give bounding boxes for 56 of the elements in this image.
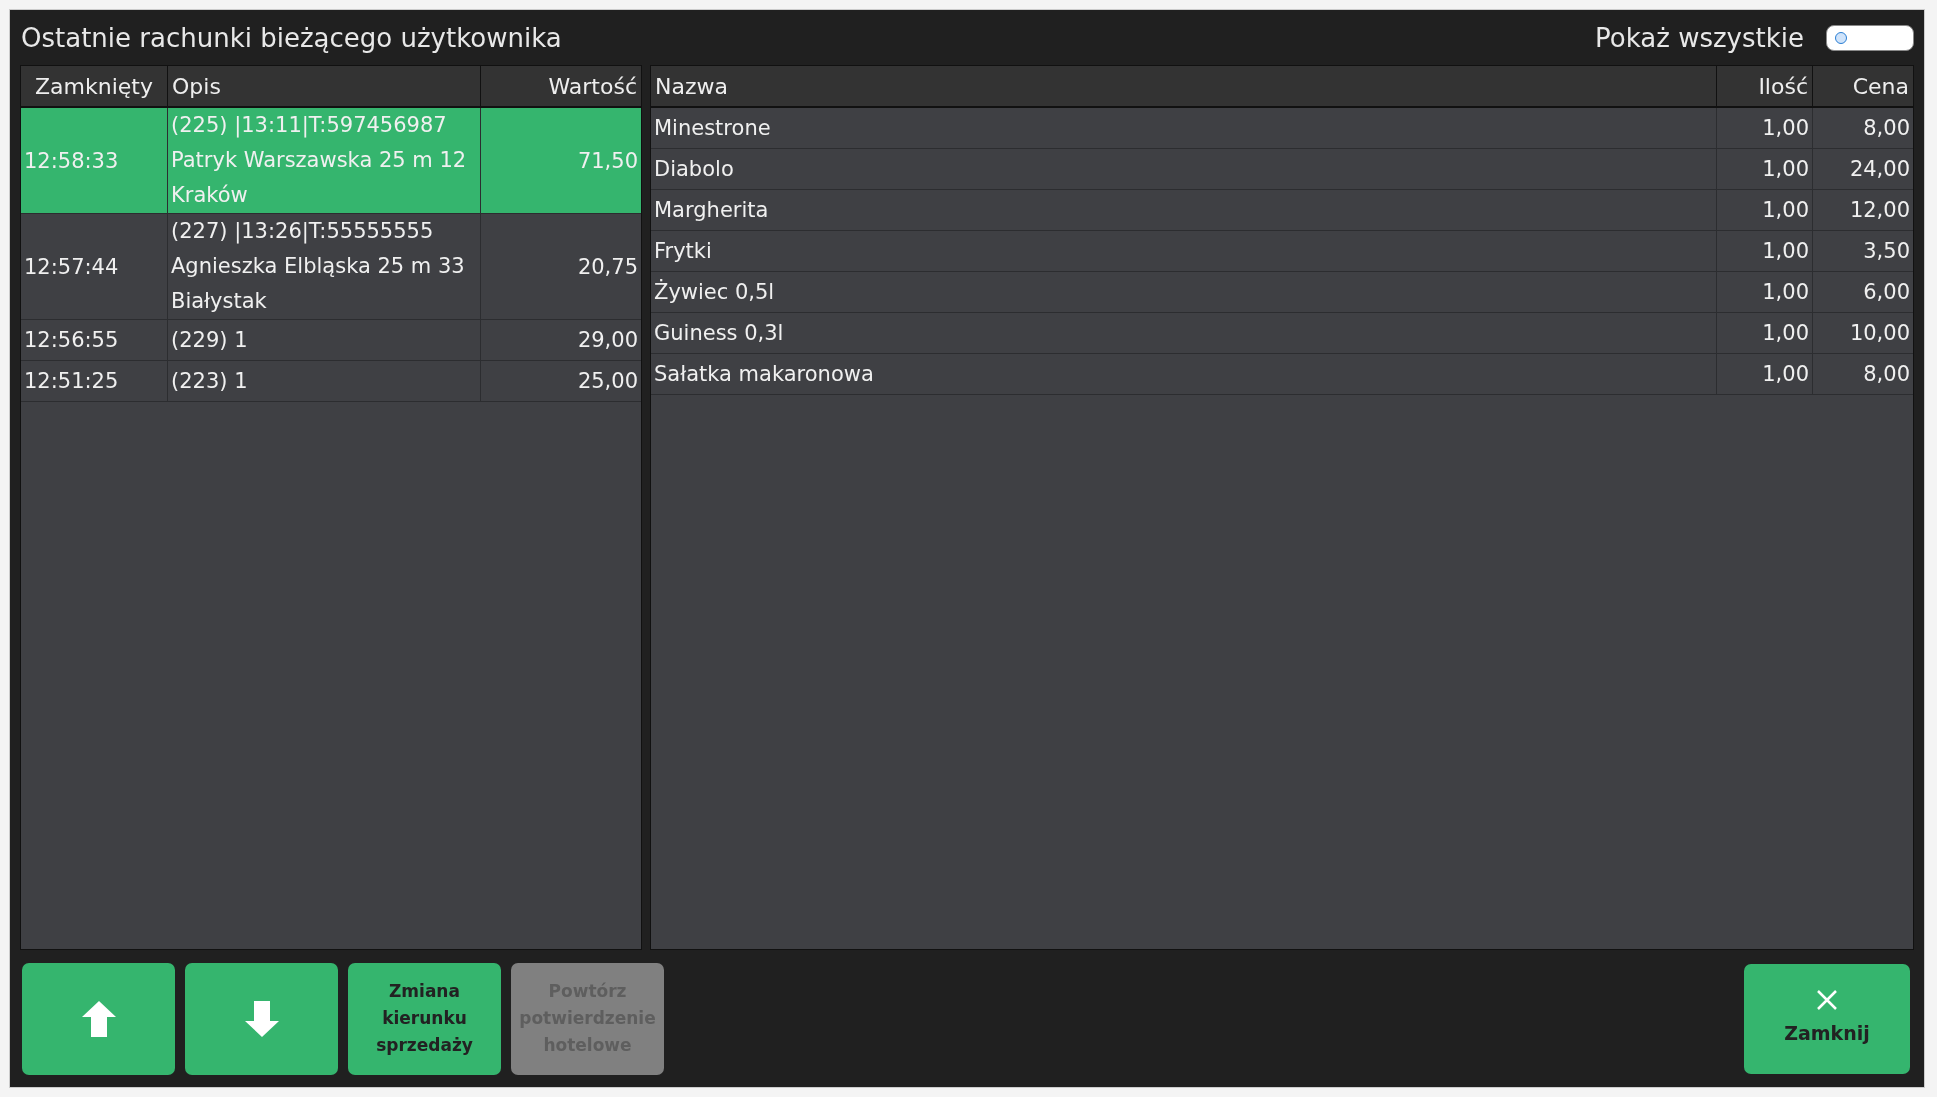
table-cell: 6,00 <box>1863 280 1910 304</box>
table-cell-text: (229) 1 <box>171 326 248 354</box>
table-cell: 20,75 <box>577 254 638 279</box>
column-header[interactable]: Opis <box>168 66 481 106</box>
toggle-label: Pokaż wszystkie <box>1595 22 1804 53</box>
column-header[interactable]: Zamknięty <box>21 66 168 106</box>
table-cell: 12:58:33 <box>24 148 119 173</box>
close-icon <box>1817 990 1837 1010</box>
column-header[interactable]: Cena <box>1813 66 1913 106</box>
bill-row[interactable]: 12:57:44 (227) |13:26|T:55555555 Agnieszka Elbląska 25 m 33 Białystak 20,75 <box>21 214 641 320</box>
table-cell-text: (227) |13:26|T:55555555 <box>171 218 434 246</box>
table-cell: 1,00 <box>1762 157 1809 181</box>
up-arrow-icon <box>81 1000 116 1037</box>
table-cell: 1,00 <box>1762 239 1809 263</box>
table-cell: 12:57:44 <box>24 254 119 279</box>
table-cell: Guiness 0,3l <box>654 321 784 345</box>
table-cell: Frytki <box>654 239 712 263</box>
bill-row[interactable]: 12:56:55 (229) 1 29,00 <box>21 320 641 361</box>
table-cell-text: Białystak <box>171 288 267 315</box>
table-cell: 24,00 <box>1849 157 1910 181</box>
table-cell: Sałatka makaronowa <box>654 362 874 386</box>
table-cell: 1,00 <box>1762 321 1809 345</box>
table-cell-text: Agnieszka Elbląska 25 m 33 <box>171 253 465 280</box>
action-button[interactable]: Zmiana kierunku sprzedaży <box>348 962 501 1075</box>
table-cell: Margherita <box>654 198 769 222</box>
table-cell: 10,00 <box>1849 321 1910 345</box>
show-all-toggle[interactable] <box>1826 24 1914 51</box>
table-cell: 29,00 <box>577 328 638 352</box>
table-cell: 1,00 <box>1762 116 1809 140</box>
table-cell: 1,00 <box>1762 280 1809 304</box>
table-cell: 1,00 <box>1762 362 1809 386</box>
table-cell: 12,00 <box>1849 198 1910 222</box>
table-cell: 1,00 <box>1762 198 1809 222</box>
table-cell-text: (225) |13:11|T:597456987 <box>171 112 447 140</box>
bill-row[interactable]: 12:51:25 (223) 1 25,00 <box>21 361 641 402</box>
table-cell: 3,50 <box>1863 239 1910 263</box>
column-header[interactable]: Ilość <box>1717 66 1813 106</box>
window-title: Ostatnie rachunki bieżącego użytkownika <box>20 22 562 53</box>
table-cell-text: (223) 1 <box>171 367 248 395</box>
table-cell: 25,00 <box>577 369 638 393</box>
close-button[interactable]: Zamknij <box>1744 963 1910 1074</box>
table-cell: Żywiec 0,5l <box>654 280 775 304</box>
move-up-button[interactable] <box>22 962 175 1075</box>
table-cell: 71,50 <box>577 148 638 173</box>
table-cell: 12:51:25 <box>24 369 119 393</box>
move-down-button[interactable] <box>185 962 338 1075</box>
table-cell-text: Kraków <box>171 182 248 209</box>
table-cell: 8,00 <box>1863 116 1910 140</box>
table-cell: 8,00 <box>1863 362 1910 386</box>
table-cell-text: Patryk Warszawska 25 m 12 <box>171 147 467 174</box>
table-cell: Minestrone <box>654 116 771 140</box>
down-arrow-icon <box>244 1000 279 1037</box>
column-header[interactable]: Nazwa <box>651 66 1717 106</box>
column-header[interactable]: Wartość <box>481 66 641 106</box>
table-cell: 12:56:55 <box>24 328 119 352</box>
table-cell: Diabolo <box>654 157 734 181</box>
